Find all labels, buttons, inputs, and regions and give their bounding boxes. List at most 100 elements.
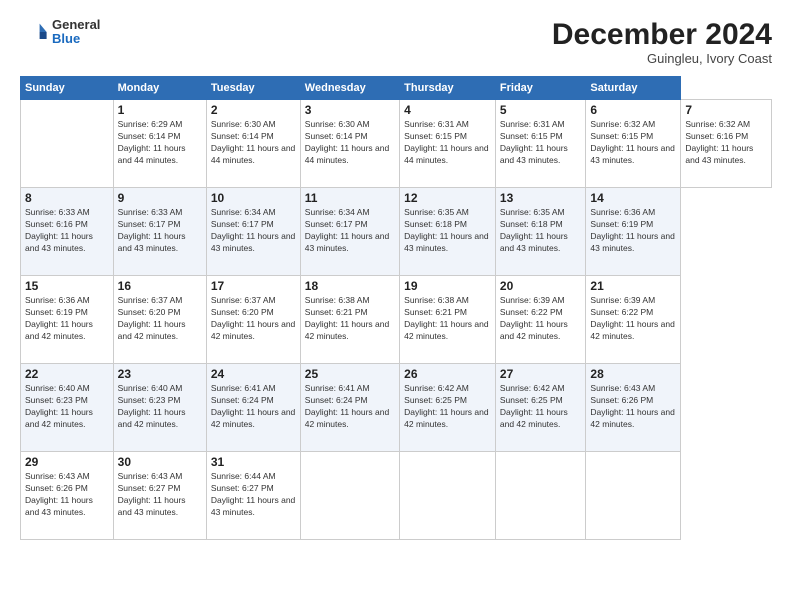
- empty-cell: [21, 100, 114, 188]
- day-number: 4: [404, 103, 491, 117]
- table-row: 26 Sunrise: 6:42 AMSunset: 6:25 PMDaylig…: [400, 364, 496, 452]
- table-row: [586, 452, 681, 540]
- table-row: 21 Sunrise: 6:39 AMSunset: 6:22 PMDaylig…: [586, 276, 681, 364]
- table-row: 17 Sunrise: 6:37 AMSunset: 6:20 PMDaylig…: [206, 276, 300, 364]
- day-number: 13: [500, 191, 582, 205]
- day-number: 2: [211, 103, 296, 117]
- header-sunday: Sunday: [21, 77, 114, 100]
- calendar-week-2: 8 Sunrise: 6:33 AMSunset: 6:16 PMDayligh…: [21, 188, 772, 276]
- day-info: Sunrise: 6:32 AMSunset: 6:16 PMDaylight:…: [685, 119, 753, 165]
- day-info: Sunrise: 6:41 AMSunset: 6:24 PMDaylight:…: [211, 383, 295, 429]
- day-info: Sunrise: 6:33 AMSunset: 6:16 PMDaylight:…: [25, 207, 93, 253]
- table-row: 22 Sunrise: 6:40 AMSunset: 6:23 PMDaylig…: [21, 364, 114, 452]
- day-number: 6: [590, 103, 676, 117]
- day-info: Sunrise: 6:36 AMSunset: 6:19 PMDaylight:…: [25, 295, 93, 341]
- day-info: Sunrise: 6:36 AMSunset: 6:19 PMDaylight:…: [590, 207, 674, 253]
- day-info: Sunrise: 6:31 AMSunset: 6:15 PMDaylight:…: [500, 119, 568, 165]
- day-number: 8: [25, 191, 109, 205]
- day-info: Sunrise: 6:43 AMSunset: 6:26 PMDaylight:…: [25, 471, 93, 517]
- day-number: 24: [211, 367, 296, 381]
- header-tuesday: Tuesday: [206, 77, 300, 100]
- header: General Blue December 2024 Guingleu, Ivo…: [20, 18, 772, 66]
- logo-blue: Blue: [52, 32, 100, 46]
- day-info: Sunrise: 6:38 AMSunset: 6:21 PMDaylight:…: [305, 295, 389, 341]
- day-info: Sunrise: 6:37 AMSunset: 6:20 PMDaylight:…: [211, 295, 295, 341]
- day-number: 14: [590, 191, 676, 205]
- day-info: Sunrise: 6:43 AMSunset: 6:27 PMDaylight:…: [118, 471, 186, 517]
- page: General Blue December 2024 Guingleu, Ivo…: [0, 0, 792, 612]
- day-number: 11: [305, 191, 395, 205]
- table-row: 16 Sunrise: 6:37 AMSunset: 6:20 PMDaylig…: [113, 276, 206, 364]
- day-number: 28: [590, 367, 676, 381]
- table-row: 28 Sunrise: 6:43 AMSunset: 6:26 PMDaylig…: [586, 364, 681, 452]
- day-info: Sunrise: 6:42 AMSunset: 6:25 PMDaylight:…: [500, 383, 568, 429]
- day-number: 17: [211, 279, 296, 293]
- day-info: Sunrise: 6:41 AMSunset: 6:24 PMDaylight:…: [305, 383, 389, 429]
- calendar-week-4: 22 Sunrise: 6:40 AMSunset: 6:23 PMDaylig…: [21, 364, 772, 452]
- logo: General Blue: [20, 18, 100, 47]
- day-number: 10: [211, 191, 296, 205]
- day-info: Sunrise: 6:40 AMSunset: 6:23 PMDaylight:…: [118, 383, 186, 429]
- day-info: Sunrise: 6:35 AMSunset: 6:18 PMDaylight:…: [404, 207, 488, 253]
- header-friday: Friday: [495, 77, 586, 100]
- table-row: 3 Sunrise: 6:30 AMSunset: 6:14 PMDayligh…: [300, 100, 399, 188]
- table-row: 9 Sunrise: 6:33 AMSunset: 6:17 PMDayligh…: [113, 188, 206, 276]
- day-number: 15: [25, 279, 109, 293]
- table-row: 25 Sunrise: 6:41 AMSunset: 6:24 PMDaylig…: [300, 364, 399, 452]
- calendar-week-5: 29 Sunrise: 6:43 AMSunset: 6:26 PMDaylig…: [21, 452, 772, 540]
- table-row: 11 Sunrise: 6:34 AMSunset: 6:17 PMDaylig…: [300, 188, 399, 276]
- table-row: 30 Sunrise: 6:43 AMSunset: 6:27 PMDaylig…: [113, 452, 206, 540]
- day-number: 29: [25, 455, 109, 469]
- day-number: 27: [500, 367, 582, 381]
- table-row: 31 Sunrise: 6:44 AMSunset: 6:27 PMDaylig…: [206, 452, 300, 540]
- day-number: 31: [211, 455, 296, 469]
- header-monday: Monday: [113, 77, 206, 100]
- day-number: 7: [685, 103, 767, 117]
- header-thursday: Thursday: [400, 77, 496, 100]
- day-number: 21: [590, 279, 676, 293]
- day-info: Sunrise: 6:40 AMSunset: 6:23 PMDaylight:…: [25, 383, 93, 429]
- table-row: 10 Sunrise: 6:34 AMSunset: 6:17 PMDaylig…: [206, 188, 300, 276]
- day-info: Sunrise: 6:32 AMSunset: 6:15 PMDaylight:…: [590, 119, 674, 165]
- day-number: 3: [305, 103, 395, 117]
- day-number: 16: [118, 279, 202, 293]
- table-row: [300, 452, 399, 540]
- day-info: Sunrise: 6:35 AMSunset: 6:18 PMDaylight:…: [500, 207, 568, 253]
- day-number: 23: [118, 367, 202, 381]
- logo-general: General: [52, 18, 100, 32]
- day-number: 20: [500, 279, 582, 293]
- calendar-table: Sunday Monday Tuesday Wednesday Thursday…: [20, 76, 772, 540]
- day-info: Sunrise: 6:37 AMSunset: 6:20 PMDaylight:…: [118, 295, 186, 341]
- day-info: Sunrise: 6:42 AMSunset: 6:25 PMDaylight:…: [404, 383, 488, 429]
- day-info: Sunrise: 6:31 AMSunset: 6:15 PMDaylight:…: [404, 119, 488, 165]
- day-number: 22: [25, 367, 109, 381]
- table-row: 13 Sunrise: 6:35 AMSunset: 6:18 PMDaylig…: [495, 188, 586, 276]
- table-row: 24 Sunrise: 6:41 AMSunset: 6:24 PMDaylig…: [206, 364, 300, 452]
- day-info: Sunrise: 6:29 AMSunset: 6:14 PMDaylight:…: [118, 119, 186, 165]
- day-info: Sunrise: 6:33 AMSunset: 6:17 PMDaylight:…: [118, 207, 186, 253]
- table-row: 6 Sunrise: 6:32 AMSunset: 6:15 PMDayligh…: [586, 100, 681, 188]
- day-info: Sunrise: 6:38 AMSunset: 6:21 PMDaylight:…: [404, 295, 488, 341]
- day-number: 19: [404, 279, 491, 293]
- day-number: 30: [118, 455, 202, 469]
- header-wednesday: Wednesday: [300, 77, 399, 100]
- day-number: 25: [305, 367, 395, 381]
- table-row: 29 Sunrise: 6:43 AMSunset: 6:26 PMDaylig…: [21, 452, 114, 540]
- month-title: December 2024: [552, 18, 772, 51]
- table-row: 14 Sunrise: 6:36 AMSunset: 6:19 PMDaylig…: [586, 188, 681, 276]
- table-row: 12 Sunrise: 6:35 AMSunset: 6:18 PMDaylig…: [400, 188, 496, 276]
- table-row: 20 Sunrise: 6:39 AMSunset: 6:22 PMDaylig…: [495, 276, 586, 364]
- table-row: 27 Sunrise: 6:42 AMSunset: 6:25 PMDaylig…: [495, 364, 586, 452]
- day-info: Sunrise: 6:44 AMSunset: 6:27 PMDaylight:…: [211, 471, 295, 517]
- table-row: 4 Sunrise: 6:31 AMSunset: 6:15 PMDayligh…: [400, 100, 496, 188]
- day-info: Sunrise: 6:30 AMSunset: 6:14 PMDaylight:…: [305, 119, 389, 165]
- table-row: [400, 452, 496, 540]
- table-row: [495, 452, 586, 540]
- location-subtitle: Guingleu, Ivory Coast: [552, 51, 772, 66]
- day-number: 1: [118, 103, 202, 117]
- day-number: 18: [305, 279, 395, 293]
- day-info: Sunrise: 6:30 AMSunset: 6:14 PMDaylight:…: [211, 119, 295, 165]
- table-row: 2 Sunrise: 6:30 AMSunset: 6:14 PMDayligh…: [206, 100, 300, 188]
- table-row: 23 Sunrise: 6:40 AMSunset: 6:23 PMDaylig…: [113, 364, 206, 452]
- day-info: Sunrise: 6:34 AMSunset: 6:17 PMDaylight:…: [211, 207, 295, 253]
